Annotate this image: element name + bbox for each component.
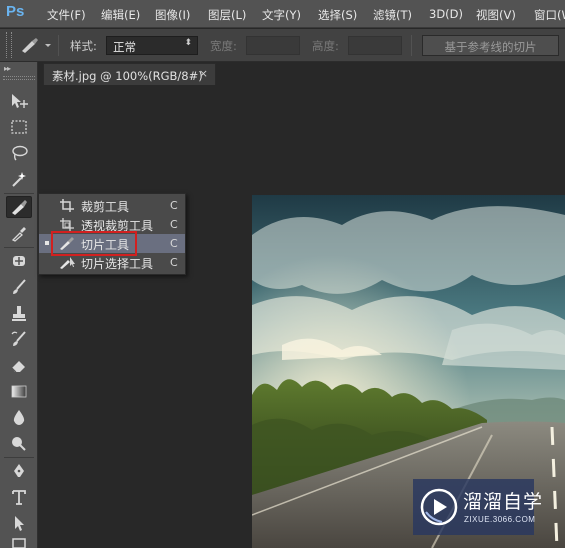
slice-tool[interactable]: [6, 196, 32, 218]
options-grip[interactable]: [6, 32, 12, 58]
separator: [4, 457, 34, 458]
watermark-url: ZIXUE.3066.COM: [464, 515, 536, 524]
flyout-shortcut: C: [170, 199, 178, 212]
menu-select[interactable]: 选择(S): [318, 7, 357, 23]
path-selection-tool[interactable]: [6, 512, 32, 534]
eyedropper-tool[interactable]: [6, 222, 32, 244]
pen-icon: [14, 464, 24, 477]
flyout-shortcut: C: [170, 256, 178, 269]
style-label: 样式:: [70, 39, 97, 53]
menu-view[interactable]: 视图(V): [476, 7, 516, 23]
gradient-tool[interactable]: [6, 380, 32, 402]
photoshop-logo: Ps: [6, 3, 25, 20]
flyout-shortcut: C: [170, 237, 178, 250]
play-logo-icon: [420, 488, 458, 526]
document-tab[interactable]: 素材.jpg @ 100%(RGB/8#) ×: [43, 63, 216, 85]
perspective-crop-icon: [60, 218, 74, 231]
slices-from-guides-button[interactable]: 基于参考线的切片: [422, 35, 559, 56]
move-tool[interactable]: [6, 90, 32, 112]
lasso-icon: [12, 145, 28, 161]
path-selection-icon: [15, 516, 24, 531]
brush-icon: [13, 279, 26, 294]
collapse-icon[interactable]: ▸▸: [4, 64, 11, 73]
gradient-icon: [11, 385, 27, 398]
blur-icon: [13, 410, 25, 425]
annotation-highlight-box: [51, 231, 137, 256]
width-label: 宽度:: [210, 39, 237, 53]
blur-tool[interactable]: [6, 406, 32, 428]
flyout-label: 裁剪工具: [81, 200, 130, 214]
tool-preset-picker[interactable]: [18, 35, 52, 55]
spot-healing-tool[interactable]: [6, 250, 32, 272]
spot-healing-icon: [13, 256, 25, 266]
height-label: 高度:: [312, 39, 339, 53]
style-value: 正常: [113, 40, 136, 54]
menu-window[interactable]: 窗口(W): [534, 7, 565, 23]
toolbox: ▸▸: [0, 62, 38, 548]
move-icon: [12, 94, 28, 108]
slice-icon: [12, 200, 27, 215]
style-select[interactable]: 正常 ⬍: [106, 36, 198, 55]
marquee-tool[interactable]: [6, 116, 32, 138]
slice-select-icon: [60, 257, 75, 269]
eraser-icon: [11, 361, 25, 373]
clone-stamp-tool[interactable]: [6, 302, 32, 324]
menu-3d[interactable]: 3D(D): [429, 7, 463, 21]
separator: [4, 193, 34, 194]
clone-stamp-icon: [12, 306, 26, 321]
separator: [4, 247, 34, 248]
type-icon: [12, 490, 26, 505]
magic-wand-icon: [12, 172, 26, 187]
close-icon[interactable]: ×: [199, 67, 208, 80]
pen-tool[interactable]: [6, 460, 32, 482]
watermark-title: 溜溜自学: [463, 491, 544, 513]
menu-type[interactable]: 文字(Y): [262, 7, 301, 23]
history-brush-tool[interactable]: [6, 328, 32, 350]
lasso-tool[interactable]: [6, 142, 32, 164]
crop-icon: [60, 199, 74, 212]
menu-filter[interactable]: 滤镜(T): [373, 7, 412, 23]
brush-tool[interactable]: [6, 276, 32, 298]
menu-layer[interactable]: 图层(L): [208, 7, 246, 23]
toolbox-grip[interactable]: [3, 76, 35, 80]
eraser-tool[interactable]: [6, 354, 32, 376]
rectangle-icon: [12, 538, 26, 548]
type-tool[interactable]: [6, 486, 32, 508]
separator: [411, 35, 412, 56]
height-field[interactable]: [348, 36, 402, 55]
options-bar: 样式: 正常 ⬍ 宽度: 高度: 基于参考线的切片: [0, 29, 565, 62]
watermark: 溜溜自学 ZIXUE.3066.COM: [413, 479, 542, 535]
dodge-tool[interactable]: [6, 432, 32, 454]
rectangle-tool[interactable]: [6, 536, 32, 548]
document-title: 素材.jpg @ 100%(RGB/8#): [52, 69, 203, 83]
current-tool-marker: [45, 241, 49, 245]
updown-caret-icon: ⬍: [184, 38, 192, 48]
slice-icon: [22, 38, 51, 53]
history-brush-icon: [11, 331, 26, 346]
dodge-icon: [12, 437, 26, 451]
width-field[interactable]: [246, 36, 300, 55]
separator: [58, 35, 59, 56]
eyedropper-icon: [11, 227, 26, 242]
menu-bar: Ps 文件(F) 编辑(E) 图像(I) 图层(L) 文字(Y) 选择(S) 滤…: [0, 0, 565, 28]
flyout-label: 切片选择工具: [81, 257, 154, 271]
menu-image[interactable]: 图像(I): [155, 7, 190, 23]
menu-edit[interactable]: 编辑(E): [101, 7, 140, 23]
flyout-item-crop[interactable]: 裁剪工具 C: [39, 196, 185, 215]
flyout-shortcut: C: [170, 218, 178, 231]
magic-wand-tool[interactable]: [6, 168, 32, 190]
menu-file[interactable]: 文件(F): [47, 7, 86, 23]
marquee-icon: [11, 120, 27, 134]
